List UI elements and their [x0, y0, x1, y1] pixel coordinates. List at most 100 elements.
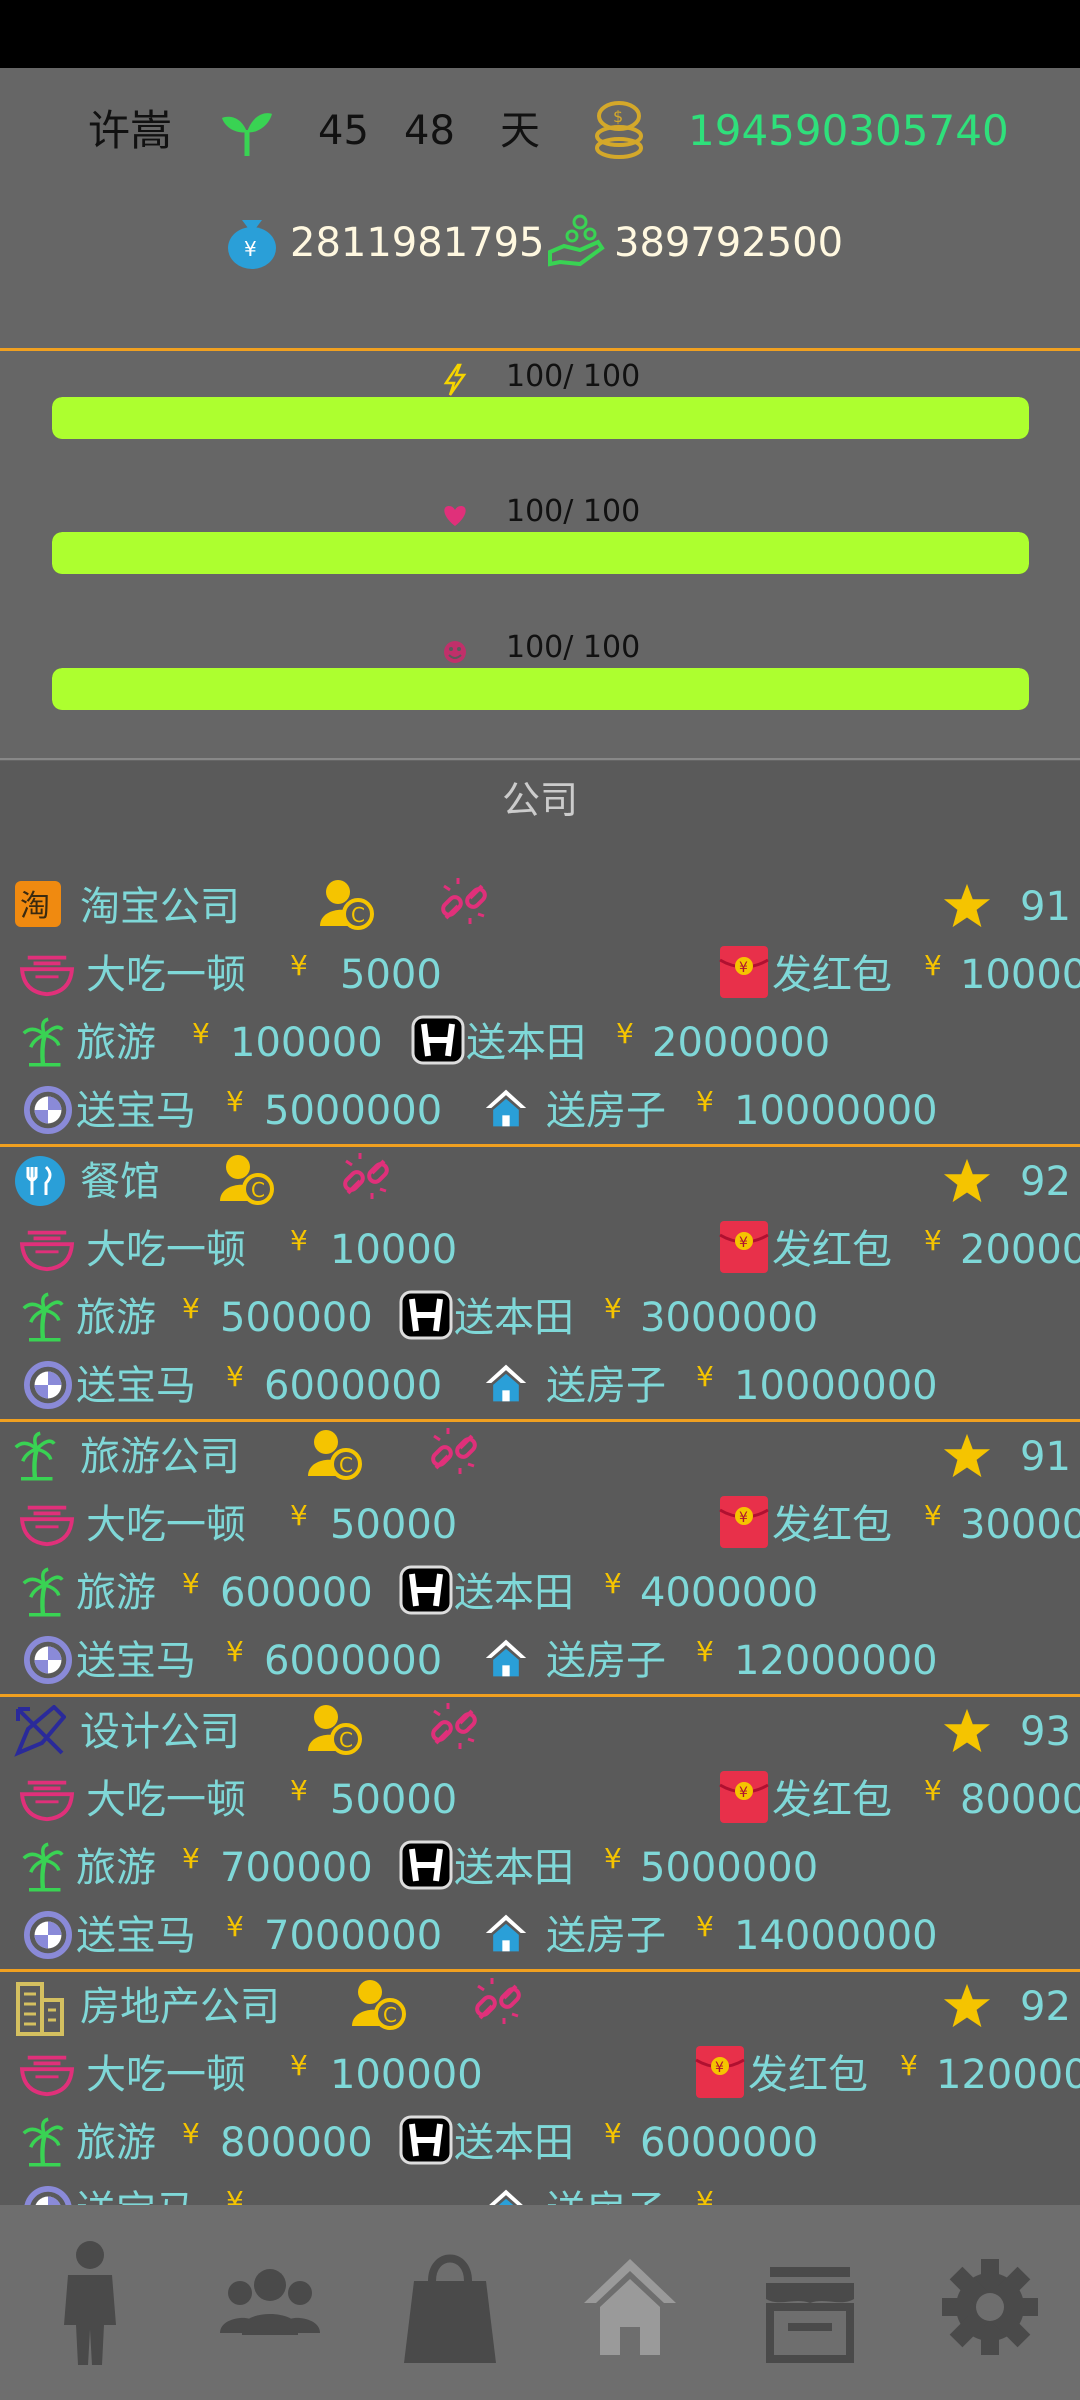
- bmw-button[interactable]: 送宝马: [76, 1078, 196, 1144]
- svg-text:$: $: [613, 107, 623, 126]
- bmw-button[interactable]: 送宝马: [76, 1628, 196, 1694]
- nav-home[interactable]: [540, 2205, 720, 2400]
- house-cost: 12000000: [734, 1638, 938, 1684]
- dinner-button[interactable]: 大吃一顿: [86, 1767, 246, 1833]
- link-icon[interactable]: [340, 1151, 392, 1207]
- honda-button[interactable]: 送本田: [454, 1560, 574, 1626]
- dinner-button[interactable]: 大吃一顿: [86, 1492, 246, 1558]
- company-card[interactable]: 设计公司 C 93 大吃一顿 ¥ 50000 ¥ 发红包 ¥ 80000 旅游 …: [0, 1695, 1080, 1972]
- bmw-button[interactable]: 送宝马: [76, 1353, 196, 1419]
- bmw-button[interactable]: 送宝马: [76, 1903, 196, 1969]
- honda-button[interactable]: 送本田: [466, 1010, 586, 1076]
- company-card[interactable]: 房地产公司 C 92 大吃一顿 ¥ 100000 ¥ 发红包 ¥ 120000 …: [0, 1970, 1080, 2205]
- yen-icon: ¥: [182, 2117, 200, 2150]
- travel-button[interactable]: 旅游: [76, 1010, 156, 1076]
- honda-button[interactable]: 送本田: [454, 1285, 574, 1351]
- bmw-icon: [24, 1636, 72, 1688]
- travel-cost: 800000: [220, 2120, 373, 2166]
- company-rating: 91: [1020, 1434, 1071, 1480]
- boss-icon[interactable]: C: [318, 878, 374, 934]
- heart-icon: [444, 506, 466, 526]
- red-packet-button[interactable]: 发红包: [772, 1767, 892, 1833]
- house-button[interactable]: 送房子: [546, 1903, 666, 1969]
- nav-person[interactable]: [0, 2205, 180, 2400]
- honda-cost: 4000000: [640, 1570, 819, 1616]
- design-icon: [14, 1704, 67, 1761]
- red-packet-button[interactable]: 发红包: [748, 2042, 868, 2108]
- dinner-button[interactable]: 大吃一顿: [86, 2042, 246, 2108]
- house-icon: [484, 1361, 528, 1409]
- section-divider: [0, 758, 1080, 760]
- yen-icon: ¥: [696, 1635, 714, 1668]
- yen-icon: ¥: [226, 1360, 244, 1393]
- yen-icon: ¥: [226, 2185, 244, 2205]
- link-icon[interactable]: [428, 1426, 480, 1482]
- nav-people[interactable]: [180, 2205, 360, 2400]
- nav-shop[interactable]: [720, 2205, 900, 2400]
- honda-button[interactable]: 送本田: [454, 2110, 574, 2176]
- bowl-icon: [18, 1223, 76, 1277]
- bmw-button[interactable]: 送宝马: [76, 2178, 196, 2205]
- travel-button[interactable]: 旅游: [76, 1835, 156, 1901]
- house-cost: 14000000: [734, 1913, 938, 1959]
- company-card[interactable]: 餐馆 C 92 大吃一顿 ¥ 10000 ¥ 发红包 ¥ 20000 旅游 ¥ …: [0, 1145, 1080, 1422]
- company-header-row: 设计公司 C 93: [0, 1699, 1080, 1765]
- bmw-cost: 5000000: [264, 1088, 443, 1134]
- travel-button[interactable]: 旅游: [76, 2110, 156, 2176]
- yen-icon: ¥: [290, 1774, 308, 1807]
- honda-button[interactable]: 送本田: [454, 1835, 574, 1901]
- player-name: 许嵩: [88, 106, 173, 155]
- bmw-icon: [24, 1086, 72, 1138]
- yen-icon: ¥: [290, 949, 308, 982]
- boss-icon[interactable]: C: [350, 1978, 406, 2034]
- boss-icon[interactable]: C: [306, 1703, 362, 1759]
- svg-text:¥: ¥: [244, 237, 257, 261]
- nav-settings[interactable]: [900, 2205, 1080, 2400]
- dinner-button[interactable]: 大吃一顿: [86, 1217, 246, 1283]
- travel-cost: 600000: [220, 1570, 373, 1616]
- energy-stat: 100/ 100: [0, 355, 1080, 485]
- house-cost: 10000000: [734, 1363, 938, 1409]
- yen-icon: ¥: [290, 2049, 308, 2082]
- bowl-icon: [18, 948, 76, 1002]
- star-icon: [942, 1157, 992, 1209]
- red-packet-button[interactable]: 发红包: [772, 1217, 892, 1283]
- status-bar: [0, 0, 1080, 68]
- bmw-cost: 6000000: [264, 1638, 443, 1684]
- house-button[interactable]: 送房子: [546, 1628, 666, 1694]
- boss-icon[interactable]: C: [218, 1153, 274, 1209]
- yen-icon: ¥: [226, 1085, 244, 1118]
- red-packet-button[interactable]: 发红包: [772, 1492, 892, 1558]
- dinner-button[interactable]: 大吃一顿: [86, 942, 246, 1008]
- energy-icon: [443, 363, 467, 396]
- company-card[interactable]: 淘 淘宝公司 C 91 大吃一顿 ¥ 5000 ¥ 发红包 ¥ 10000 旅游…: [0, 870, 1080, 1147]
- nav-bag[interactable]: [360, 2205, 540, 2400]
- company-card[interactable]: 旅游公司 C 91 大吃一顿 ¥ 50000 ¥ 发红包 ¥ 30000 旅游 …: [0, 1420, 1080, 1697]
- house-button[interactable]: 送房子: [546, 2178, 666, 2205]
- activity-row: 送宝马 ¥ 6000000 送房子 ¥ 12000000: [0, 1628, 1080, 1694]
- link-icon[interactable]: [428, 1701, 480, 1757]
- yen-icon: ¥: [290, 1499, 308, 1532]
- house-icon: [484, 1086, 528, 1134]
- boss-icon[interactable]: C: [306, 1428, 362, 1484]
- honda-cost: 3000000: [640, 1295, 819, 1341]
- company-list[interactable]: 淘 淘宝公司 C 91 大吃一顿 ¥ 5000 ¥ 发红包 ¥ 10000 旅游…: [0, 870, 1080, 2205]
- person-icon: [64, 2241, 116, 2365]
- bmw-cost: 6000000: [264, 1363, 443, 1409]
- house-button[interactable]: 送房子: [546, 1353, 666, 1419]
- travel-button[interactable]: 旅游: [76, 1560, 156, 1626]
- link-icon[interactable]: [472, 1976, 524, 2032]
- player-header: 许嵩 45 48 天 $ 194590305740 ¥ 2811981795 3…: [0, 68, 1080, 348]
- red-packet-button[interactable]: 发红包: [772, 942, 892, 1008]
- house-button[interactable]: 送房子: [546, 1078, 666, 1144]
- yen-icon: ¥: [696, 1360, 714, 1393]
- company-header-row: 房地产公司 C 92: [0, 1974, 1080, 2040]
- shop-icon: [766, 2267, 854, 2363]
- link-icon[interactable]: [438, 876, 490, 932]
- yen-icon: ¥: [696, 2185, 714, 2205]
- activity-row: 大吃一顿 ¥ 50000 ¥ 发红包 ¥ 80000: [0, 1767, 1080, 1833]
- svg-text:¥: ¥: [715, 2060, 724, 2076]
- energy-label: 100/ 100: [506, 359, 641, 394]
- travel-button[interactable]: 旅游: [76, 1285, 156, 1351]
- palm-icon: [22, 1291, 64, 1347]
